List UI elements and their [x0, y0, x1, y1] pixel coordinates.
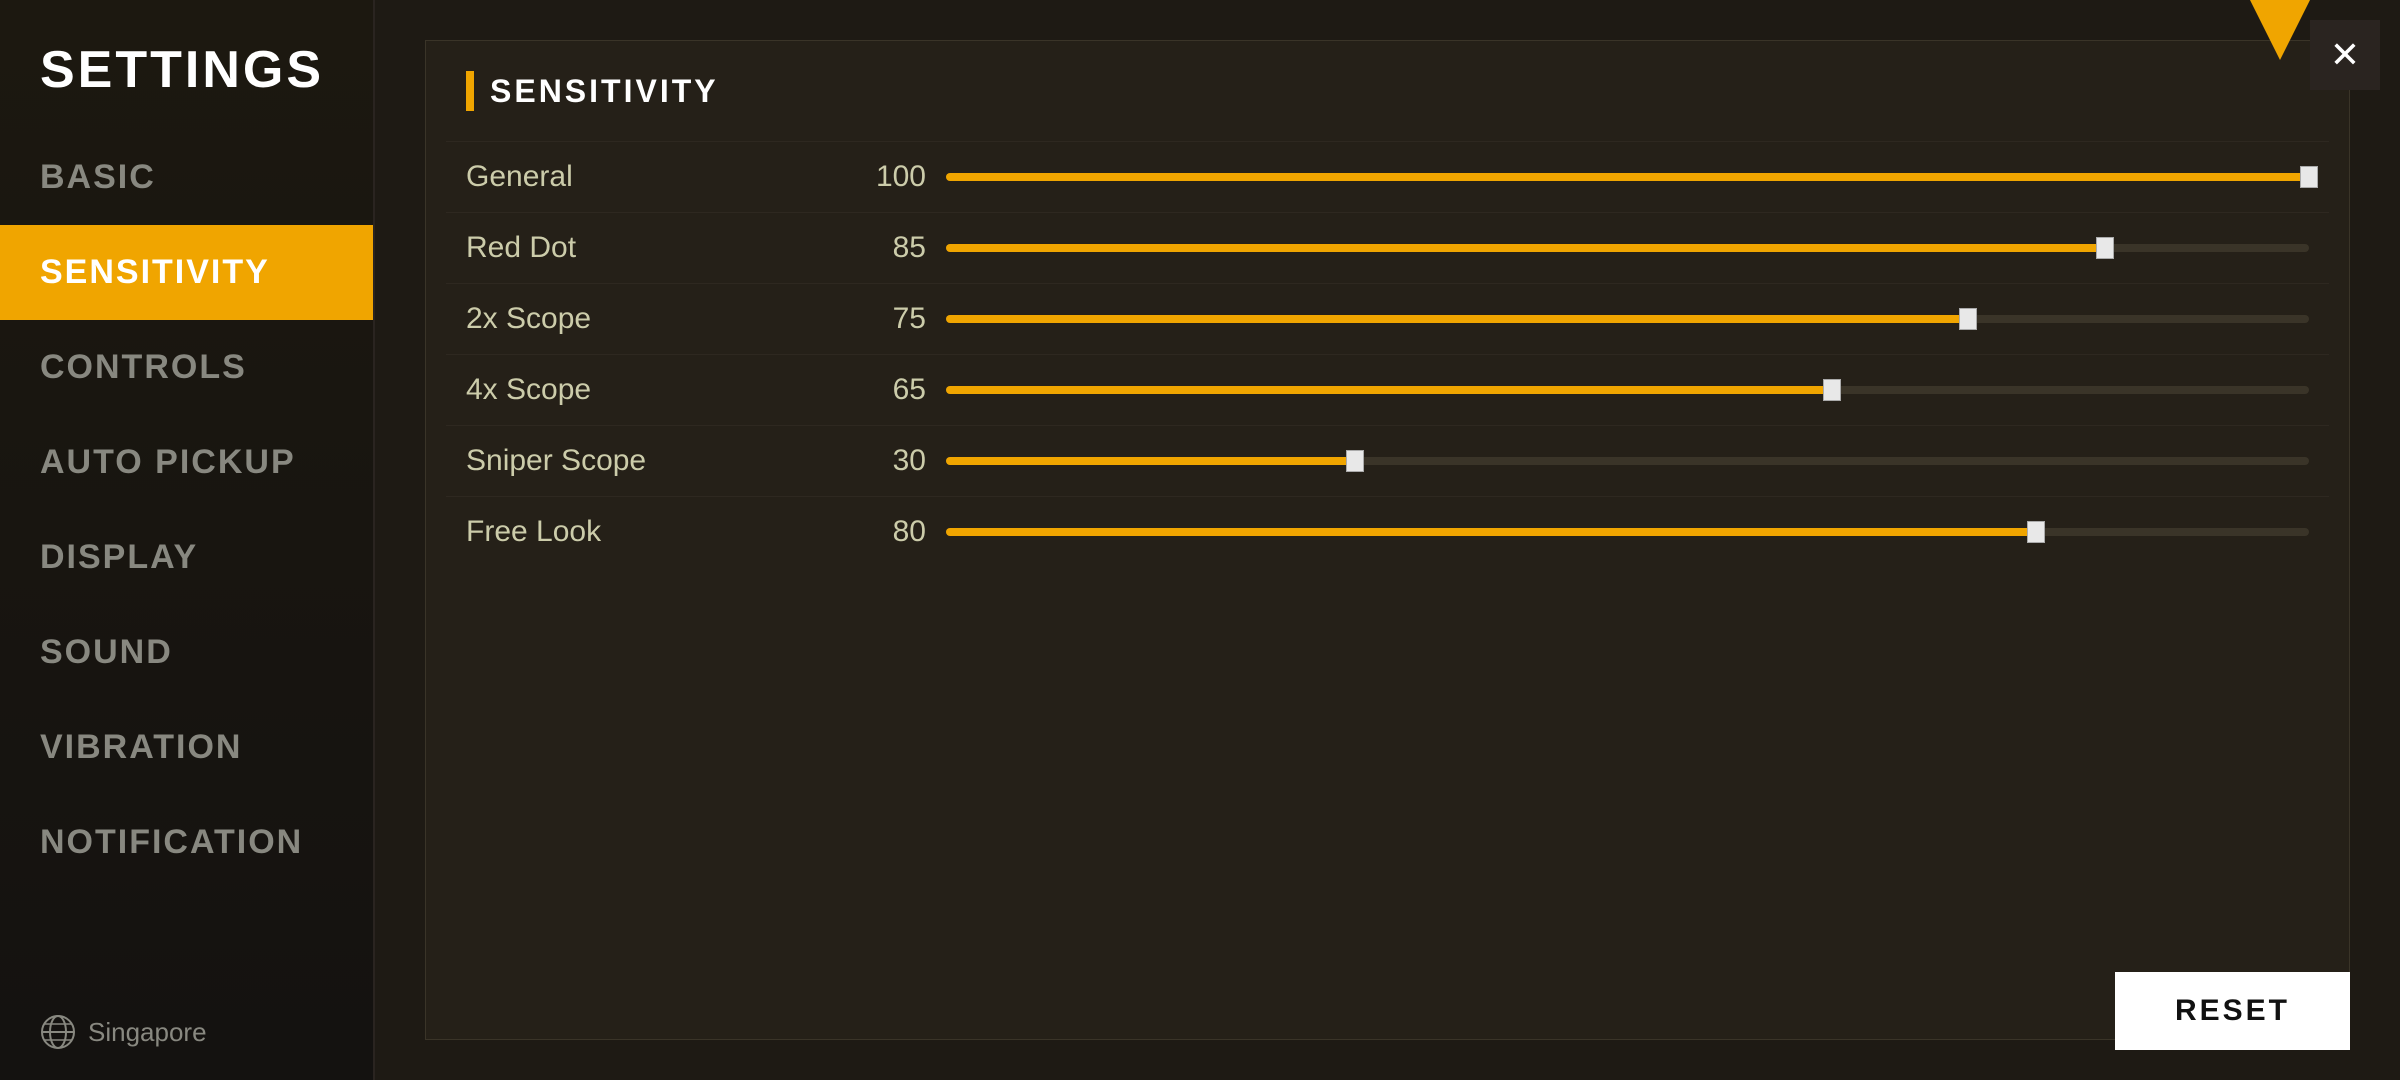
slider-row-2: 2x Scope 75: [446, 283, 2329, 354]
slider-fill-2: [946, 315, 1968, 323]
slider-fill-3: [946, 386, 1832, 394]
slider-track-0[interactable]: [946, 173, 2309, 181]
sidebar: SETTINGS BASICSENSITIVITYCONTROLSAUTO PI…: [0, 0, 375, 1080]
slider-thumb-3[interactable]: [1823, 379, 1841, 401]
slider-fill-0: [946, 173, 2309, 181]
slider-label-4: Sniper Scope: [466, 444, 846, 478]
sidebar-item-notification[interactable]: NOTIFICATION: [0, 795, 373, 890]
sidebar-item-sensitivity[interactable]: SENSITIVITY: [0, 225, 373, 320]
slider-fill-4: [946, 457, 1355, 465]
settings-title: SETTINGS: [0, 20, 373, 130]
sidebar-item-display[interactable]: DISPLAY: [0, 510, 373, 605]
slider-track-4[interactable]: [946, 457, 2309, 465]
slider-value-4: 30: [846, 444, 926, 478]
slider-value-3: 65: [846, 373, 926, 407]
slider-value-5: 80: [846, 515, 926, 549]
slider-track-container-4[interactable]: [946, 449, 2309, 473]
slider-row-4: Sniper Scope 30: [446, 425, 2329, 496]
sidebar-item-vibration[interactable]: VIBRATION: [0, 700, 373, 795]
sidebar-item-controls[interactable]: CONTROLS: [0, 320, 373, 415]
section-accent: [466, 71, 474, 111]
section-title: SENSITIVITY: [490, 73, 719, 110]
slider-thumb-4[interactable]: [1346, 450, 1364, 472]
main-content: ✕ SENSITIVITY General 100 Red Dot 85: [375, 0, 2400, 1080]
slider-label-2: 2x Scope: [466, 302, 846, 336]
slider-fill-5: [946, 528, 2036, 536]
slider-track-5[interactable]: [946, 528, 2309, 536]
slider-label-3: 4x Scope: [466, 373, 846, 407]
slider-fill-1: [946, 244, 2105, 252]
slider-value-2: 75: [846, 302, 926, 336]
slider-row-3: 4x Scope 65: [446, 354, 2329, 425]
slider-row-5: Free Look 80: [446, 496, 2329, 567]
section-header: SENSITIVITY: [426, 41, 2349, 141]
corner-decoration: [2250, 0, 2310, 60]
slider-track-container-3[interactable]: [946, 378, 2309, 402]
sidebar-footer: Singapore: [40, 1014, 207, 1050]
slider-track-container-2[interactable]: [946, 307, 2309, 331]
slider-track-2[interactable]: [946, 315, 2309, 323]
slider-value-1: 85: [846, 231, 926, 265]
slider-thumb-2[interactable]: [1959, 308, 1977, 330]
slider-thumb-1[interactable]: [2096, 237, 2114, 259]
sidebar-item-auto-pickup[interactable]: AUTO PICKUP: [0, 415, 373, 510]
slider-rows: General 100 Red Dot 85 2x Scope 75: [426, 141, 2349, 567]
slider-value-0: 100: [846, 160, 926, 194]
slider-label-0: General: [466, 160, 846, 194]
close-button[interactable]: ✕: [2310, 20, 2380, 90]
section-container: SENSITIVITY General 100 Red Dot 85 2x Sc…: [425, 40, 2350, 1040]
slider-track-container-5[interactable]: [946, 520, 2309, 544]
slider-label-5: Free Look: [466, 515, 846, 549]
sidebar-item-sound[interactable]: SOUND: [0, 605, 373, 700]
slider-label-1: Red Dot: [466, 231, 846, 265]
slider-row-0: General 100: [446, 141, 2329, 212]
globe-icon: [40, 1014, 76, 1050]
slider-track-container-0[interactable]: [946, 165, 2309, 189]
slider-row-1: Red Dot 85: [446, 212, 2329, 283]
slider-thumb-5[interactable]: [2027, 521, 2045, 543]
slider-track-3[interactable]: [946, 386, 2309, 394]
slider-thumb-0[interactable]: [2300, 166, 2318, 188]
region-label: Singapore: [88, 1017, 207, 1048]
sidebar-item-basic[interactable]: BASIC: [0, 130, 373, 225]
reset-button[interactable]: RESET: [2115, 972, 2350, 1050]
slider-track-1[interactable]: [946, 244, 2309, 252]
slider-track-container-1[interactable]: [946, 236, 2309, 260]
sidebar-nav: BASICSENSITIVITYCONTROLSAUTO PICKUPDISPL…: [0, 130, 373, 890]
